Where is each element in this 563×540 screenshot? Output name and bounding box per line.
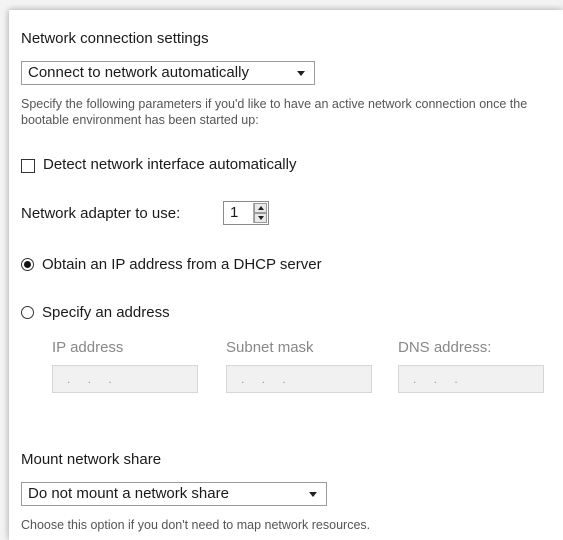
static-address-radio[interactable] xyxy=(21,306,34,319)
network-mode-select[interactable]: Connect to network automatically xyxy=(21,61,315,85)
detect-interface-label: Detect network interface automatically xyxy=(43,156,297,173)
spinner-up-icon[interactable] xyxy=(254,203,267,213)
network-mode-value: Connect to network automatically xyxy=(28,64,249,81)
spinner-buttons xyxy=(253,203,267,223)
network-settings-panel: Network connection settings Connect to n… xyxy=(9,10,563,540)
dhcp-label: Obtain an IP address from a DHCP server xyxy=(42,256,322,273)
subnet-mask-field[interactable]: . . . xyxy=(226,365,372,393)
dropdown-arrow-icon xyxy=(297,71,305,76)
dns-address-field[interactable]: . . . xyxy=(398,365,544,393)
mount-share-value: Do not mount a network share xyxy=(28,485,229,502)
dns-address-label: DNS address: xyxy=(398,339,492,356)
network-description: Specify the following parameters if you'… xyxy=(21,97,528,127)
dropdown-arrow-icon xyxy=(309,492,317,497)
mount-share-select[interactable]: Do not mount a network share xyxy=(21,482,327,506)
static-address-label: Specify an address xyxy=(42,304,170,321)
ip-address-label: IP address xyxy=(52,339,124,356)
mount-description: Choose this option if you don't need to … xyxy=(21,518,371,532)
mount-section-title: Mount network share xyxy=(21,451,162,468)
dhcp-radio[interactable] xyxy=(21,258,34,271)
adapter-spinner[interactable]: 1 xyxy=(223,201,269,225)
detect-interface-checkbox[interactable] xyxy=(21,159,35,173)
subnet-mask-label: Subnet mask xyxy=(226,339,314,356)
spinner-down-icon[interactable] xyxy=(254,213,267,223)
ip-address-field[interactable]: . . . xyxy=(52,365,198,393)
adapter-value: 1 xyxy=(230,204,239,221)
network-section-title: Network connection settings xyxy=(21,30,209,47)
adapter-label: Network adapter to use: xyxy=(21,205,181,222)
